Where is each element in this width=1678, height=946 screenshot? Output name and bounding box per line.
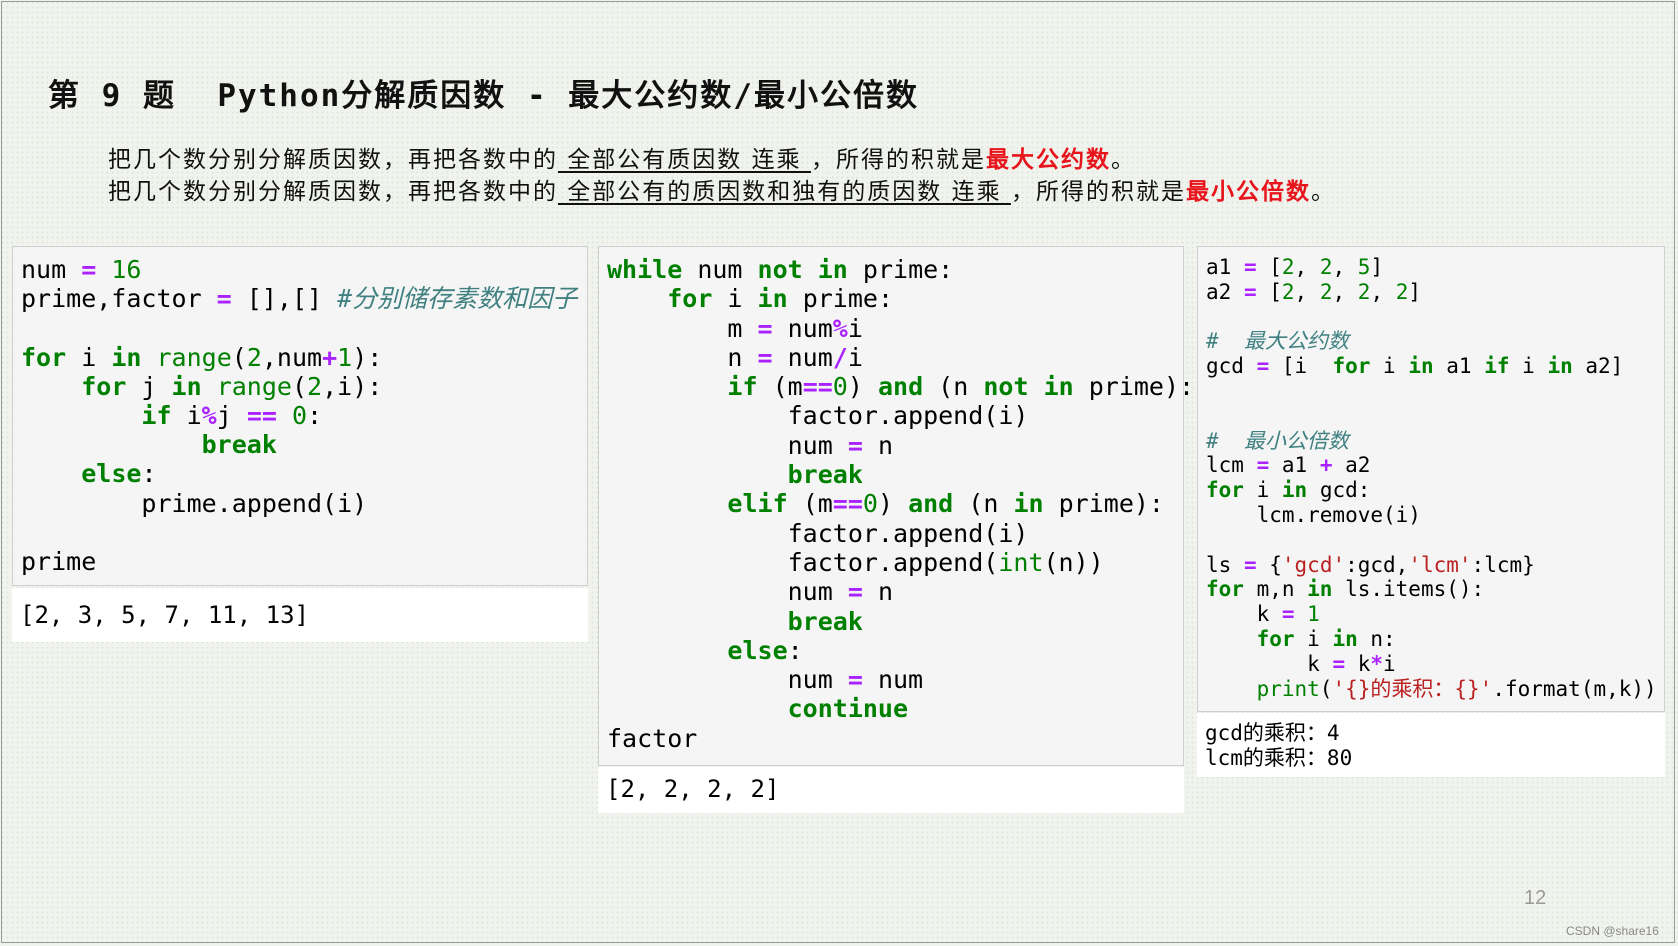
desc-underlined: 全部公有的质因数和独有的质因数 连乘 [558,179,1011,205]
code-line: for i in n: [1256,626,1396,651]
code-line: break [201,430,277,460]
code-line: for i in range(2,num+1): [21,342,383,372]
output-cell-gcd-lcm: gcd的乘积：4 lcm的乘积：80 [1197,713,1665,777]
output-text: [2, 3, 5, 7, 11, 13] [20,601,309,629]
code-line: m = num%i [607,313,863,343]
code-line: prime.append(i) [21,488,368,518]
code-line: else: [81,459,157,489]
code-line: else: [727,635,803,665]
desc-underlined: 全部公有质因数 连乘 [558,147,811,173]
code-block-factors: while num not in prime: for i in prime: … [607,255,1194,753]
code-cell-primes: num = 16 prime,factor = [],[] #分别储存素数和因子… [12,246,588,586]
code-line: while num not in prime: [607,255,954,284]
code-line: for j in range(2,i): [81,371,383,401]
code-line: factor [607,723,698,753]
code-line: break [787,460,863,490]
desc-highlight-gcd: 最大公约数 [985,146,1111,173]
code-line: elif (m==0) and (n in prime): [727,489,1164,519]
code-line: factor.append(i) [607,401,1029,431]
code-line: break [787,606,863,636]
code-line: prime,factor = [],[] #分别储存素数和因子 [21,284,578,314]
code-cell-factors: while num not in prime: for i in prime: … [598,246,1194,766]
page-number: 12 [1524,887,1547,909]
code-line: lcm.remove(i) [1206,502,1421,527]
code-line: k = k*i [1206,651,1396,676]
code-line: for i in gcd: [1206,478,1371,503]
desc-text: ，所得的积就是 [1010,179,1186,205]
code-line: num = num [607,665,924,695]
code-block-gcd-lcm: a1 = [2, 2, 5] a2 = [2, 2, 2, 2] # 最大公约数… [1206,255,1657,701]
output-line: gcd的乘积：4 [1205,721,1340,745]
description-line-lcm: 把几个数分别分解质因数，再把各数中的 全部公有的质因数和独有的质因数 连乘 ，所… [108,172,1336,206]
code-line: a1 = [2, 2, 5] [1206,255,1384,279]
code-line: num = n [607,577,893,607]
code-line: a2 = [2, 2, 2, 2] [1206,279,1422,304]
code-line: factor.append(int(n)) [607,547,1104,577]
code-line: factor.append(i) [607,518,1029,548]
code-line: if i%j == 0: [141,401,323,431]
desc-text: 把几个数分别分解质因数，再把各数中的 [108,147,558,173]
description-line-gcd: 把几个数分别分解质因数，再把各数中的 全部公有质因数 连乘 ，所得的积就是最大公… [108,140,1136,174]
watermark: CSDN @share16 [1566,924,1659,938]
output-cell-factors: [2, 2, 2, 2] [598,767,1184,813]
code-line: gcd = [i for i in a1 if i in a2] [1206,354,1624,379]
code-line: if (m==0) and (n not in prime): [727,372,1195,402]
code-line: prime [21,547,97,577]
desc-text: 把几个数分别分解质因数，再把各数中的 [108,179,558,205]
desc-text: 。 [1110,147,1136,173]
code-line: num = n [607,430,893,460]
code-line: for m,n in ls.items(): [1206,577,1485,602]
code-line: # 最大公约数 [1206,329,1349,354]
code-line: k = 1 [1206,602,1320,627]
code-cell-gcd-lcm: a1 = [2, 2, 5] a2 = [2, 2, 2, 2] # 最大公约数… [1197,246,1665,712]
output-cell-primes: [2, 3, 5, 7, 11, 13] [12,588,588,642]
code-line: num = 16 [21,255,142,284]
code-line: print('{}的乘积：{}'.format(m,k)) [1256,676,1657,701]
desc-text: ，所得的积就是 [810,147,986,173]
code-line: n = num/i [607,342,863,372]
output-text: [2, 2, 2, 2] [606,775,780,803]
code-line: for i in prime: [667,284,893,314]
code-line: # 最小公倍数 [1206,428,1349,453]
desc-text: 。 [1310,179,1336,205]
slide-title: 第 9 题 Python分解质因数 - 最大公约数/最小公倍数 [48,78,919,114]
code-line: lcm = a1 + a2 [1206,453,1371,478]
code-line: ls = {'gcd':gcd,'lcm':lcm} [1206,552,1535,577]
output-line: lcm的乘积：80 [1205,746,1353,770]
code-block-primes: num = 16 prime,factor = [],[] #分别储存素数和因子… [21,255,577,576]
output-text: gcd的乘积：4 lcm的乘积：80 [1205,721,1352,771]
code-line: continue [787,694,909,724]
desc-highlight-lcm: 最小公倍数 [1185,178,1311,205]
